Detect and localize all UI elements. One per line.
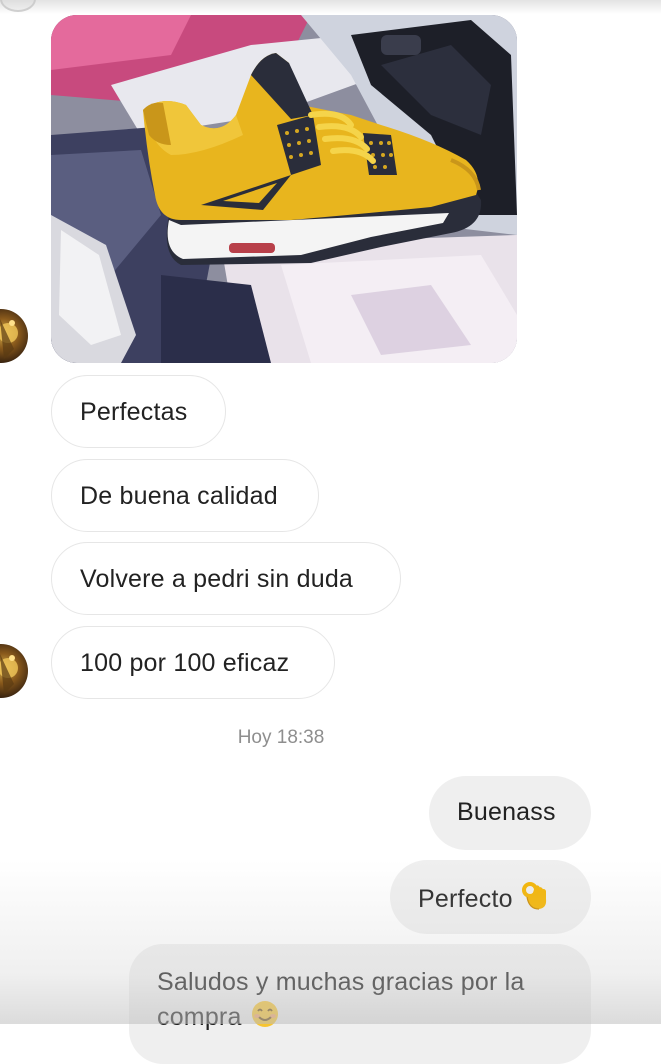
smiling-face-emoji-icon (250, 999, 280, 1038)
message-text: Saludos y muchas gracias por la compra (157, 968, 525, 1031)
ok-hand-emoji-icon (521, 881, 549, 918)
avatar-image-icon (0, 319, 18, 359)
top-shadow (0, 0, 661, 14)
sneaker-photo-illustration (51, 15, 517, 363)
received-message-bubble[interactable]: Volvere a pedri sin duda (51, 542, 401, 615)
avatar-image-icon (0, 654, 18, 694)
sender-avatar[interactable] (0, 309, 28, 363)
message-text: Perfectas (80, 398, 188, 426)
top-left-avatar-edge (0, 0, 36, 12)
received-photo[interactable] (51, 15, 517, 363)
message-text: De buena calidad (80, 482, 278, 510)
sent-message-bubble[interactable]: Saludos y muchas gracias por la compra (129, 944, 591, 1064)
sender-avatar[interactable] (0, 644, 28, 698)
message-text: Perfecto (418, 885, 513, 913)
message-text: Volvere a pedri sin duda (80, 565, 354, 593)
message-text: Buenass (457, 798, 556, 826)
chat-thread: Perfectas De buena calidad Volvere a ped… (0, 0, 661, 1064)
received-message-bubble[interactable]: 100 por 100 eficaz (51, 626, 335, 699)
sent-message-bubble[interactable]: Buenass (429, 776, 591, 850)
message-text: 100 por 100 eficaz (80, 649, 290, 677)
received-message-bubble[interactable]: Perfectas (51, 375, 226, 448)
sent-message-bubble[interactable]: Perfecto (390, 860, 591, 934)
message-timestamp: Hoy 18:38 (237, 727, 325, 748)
received-message-bubble[interactable]: De buena calidad (51, 459, 319, 532)
